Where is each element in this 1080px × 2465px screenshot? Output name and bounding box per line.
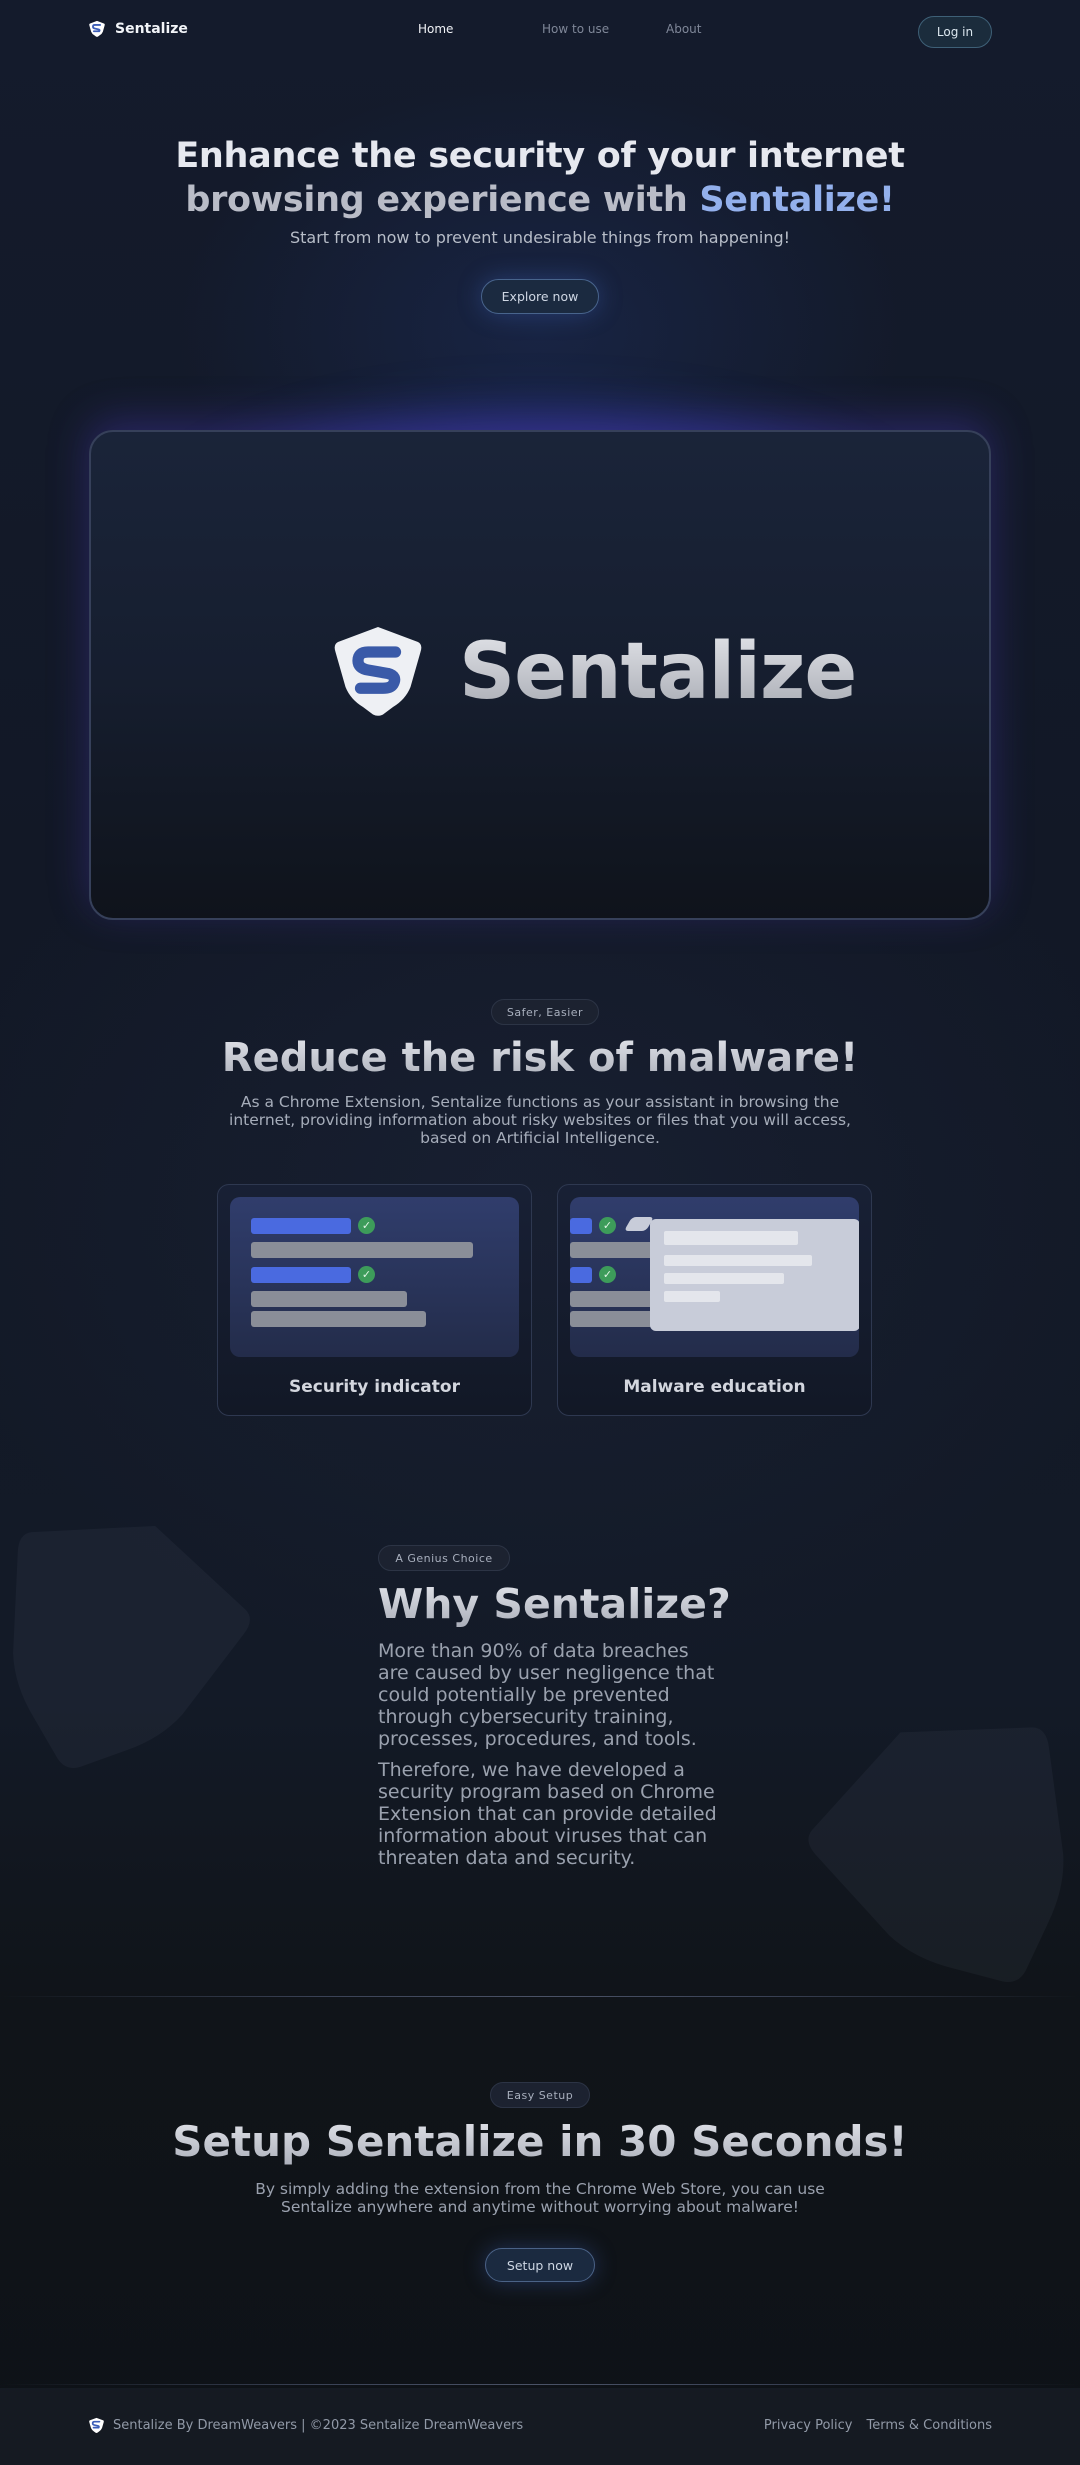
- setup-now-button[interactable]: Setup now: [485, 2248, 595, 2282]
- hero-title-accent: Sentalize!: [699, 180, 895, 220]
- info-popup: [650, 1219, 859, 1331]
- security-indicator-illustration: ✓ ✓: [230, 1197, 519, 1357]
- footer-links: Privacy Policy Terms & Conditions: [764, 2418, 992, 2433]
- illustration-bar: [251, 1291, 407, 1307]
- background-shield-icon: [808, 1727, 1064, 1982]
- explore-now-button[interactable]: Explore now: [481, 279, 599, 314]
- showcase-card: Sentalize: [89, 430, 991, 920]
- footer-copyright: Sentalize By DreamWeavers | ©2023 Sental…: [113, 2418, 524, 2433]
- nav-link-how-to-use[interactable]: How to use: [542, 22, 666, 36]
- illustration-bar: [251, 1218, 351, 1234]
- reduce-desc-line2: internet, providing information about ri…: [229, 1111, 851, 1129]
- setup-desc-line1: By simply adding the extension from the …: [255, 2180, 825, 2198]
- top-navigation: Sentalize Home How to use About Log in: [0, 0, 1080, 62]
- nav-links: Home How to use About: [418, 22, 790, 36]
- showcase-wordmark: Sentalize: [459, 627, 857, 717]
- hero-title: Enhance the security of your internet br…: [0, 134, 1080, 222]
- illustration-bar: [570, 1291, 660, 1307]
- malware-education-illustration: ✓ ✓: [570, 1197, 859, 1357]
- footer-divider: [0, 2384, 1080, 2385]
- why-paragraph-2: Therefore, we have developed a security …: [378, 1759, 717, 1869]
- terms-conditions-link[interactable]: Terms & Conditions: [867, 2418, 993, 2433]
- sentalize-shield-icon: [89, 20, 105, 37]
- check-icon: ✓: [599, 1217, 616, 1234]
- footer-brand: Sentalize By DreamWeavers | ©2023 Sental…: [88, 2417, 523, 2434]
- section-divider: [0, 1996, 1080, 1997]
- popup-line: [664, 1291, 720, 1302]
- popup-line: [664, 1273, 784, 1284]
- hero-title-line2: browsing experience with: [185, 180, 700, 220]
- check-icon: ✓: [358, 1266, 375, 1283]
- feature-card-malware-education: ✓ ✓ Malware education: [557, 1184, 872, 1416]
- brand-logo-link[interactable]: Sentalize: [88, 20, 188, 38]
- setup-desc-line2: Sentalize anywhere and anytime without w…: [281, 2198, 799, 2216]
- why-title: Why Sentalize?: [378, 1580, 731, 1628]
- reduce-desc-line1: As a Chrome Extension, Sentalize functio…: [240, 1093, 840, 1111]
- reduce-desc-line3: based on Artificial Intelligence.: [420, 1129, 660, 1147]
- safer-easier-pill: Safer, Easier: [491, 999, 599, 1025]
- hero-subtitle: Start from now to prevent undesirable th…: [289, 228, 791, 247]
- popup-line: [664, 1231, 798, 1245]
- illustration-bar: [251, 1267, 351, 1283]
- check-icon: ✓: [358, 1217, 375, 1234]
- background-shield-icon: [13, 1525, 250, 1768]
- feature-label: Malware education: [623, 1377, 806, 1397]
- illustration-bar: [570, 1242, 660, 1258]
- why-paragraph-1: More than 90% of data breaches are cause…: [378, 1640, 715, 1750]
- illustration-bar: [251, 1242, 473, 1258]
- brand-name: Sentalize: [115, 21, 188, 37]
- check-icon: ✓: [599, 1266, 616, 1283]
- reduce-risk-title: Reduce the risk of malware!: [0, 1032, 1080, 1084]
- sentalize-shield-icon: [89, 2417, 104, 2433]
- sentalize-shield-icon: [334, 627, 422, 716]
- setup-description: By simply adding the extension from the …: [200, 2180, 880, 2216]
- illustration-bar: [570, 1267, 592, 1283]
- login-button[interactable]: Log in: [918, 16, 992, 48]
- footer: Sentalize By DreamWeavers | ©2023 Sental…: [0, 2388, 1080, 2465]
- illustration-bar: [251, 1311, 426, 1327]
- privacy-policy-link[interactable]: Privacy Policy: [764, 2418, 853, 2433]
- genius-choice-pill: A Genius Choice: [378, 1545, 510, 1571]
- easy-setup-pill: Easy Setup: [490, 2082, 590, 2108]
- nav-link-about[interactable]: About: [666, 22, 790, 36]
- reduce-risk-description: As a Chrome Extension, Sentalize functio…: [200, 1093, 880, 1147]
- nav-link-home[interactable]: Home: [418, 22, 542, 36]
- feature-label: Security indicator: [289, 1377, 460, 1397]
- illustration-bar: [570, 1311, 660, 1327]
- setup-title: Setup Sentalize in 30 Seconds!: [0, 2114, 1080, 2170]
- page: Sentalize Home How to use About Log in E…: [0, 0, 1080, 2465]
- popup-line: [664, 1255, 812, 1266]
- illustration-bar: [570, 1218, 592, 1234]
- showcase-logo: Sentalize: [327, 622, 857, 722]
- feature-card-security-indicator: ✓ ✓ Security indicator: [217, 1184, 532, 1416]
- hero-title-line1: Enhance the security of your internet: [175, 136, 905, 176]
